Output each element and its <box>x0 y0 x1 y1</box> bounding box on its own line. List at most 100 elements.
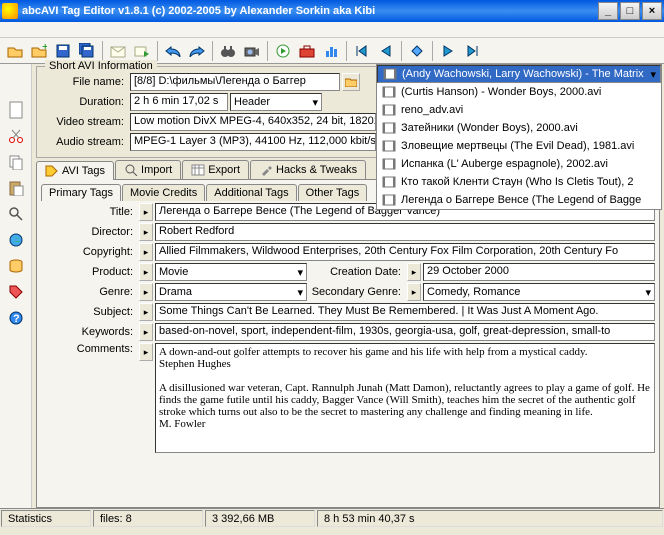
separator <box>401 41 402 61</box>
separator <box>432 41 433 61</box>
director-label: Director: <box>41 226 137 238</box>
film-icon <box>381 139 397 153</box>
subject-field[interactable]: Some Things Can't Be Learned. They Must … <box>155 303 655 321</box>
comments-field[interactable] <box>155 343 655 453</box>
dropdown-item[interactable]: Легенда о Баггере Венсе (The Legend of B… <box>377 191 661 209</box>
file-dropdown[interactable]: (Andy Wachowski, Larry Wachowski) - The … <box>376 64 662 210</box>
next-icon[interactable] <box>437 40 459 62</box>
camera-icon[interactable] <box>241 40 263 62</box>
maximize-button[interactable]: □ <box>620 2 640 20</box>
dropdown-item[interactable]: Испанка (L' Auberge espagnole), 2002.avi <box>377 155 661 173</box>
close-button[interactable]: × <box>642 2 662 20</box>
status-size: 3 392,66 MB <box>205 510 315 527</box>
keywords-label: Keywords: <box>41 326 137 338</box>
tag-red-icon[interactable] <box>4 280 28 304</box>
globe-icon[interactable] <box>4 228 28 252</box>
sgenre-select[interactable]: Comedy, Romance <box>423 283 655 301</box>
tab-hacks[interactable]: Hacks & Tweaks <box>250 160 366 179</box>
cdate-arrow[interactable]: ▸ <box>407 263 421 281</box>
paste-icon[interactable] <box>4 176 28 200</box>
filename-field[interactable]: [8/8] D:\фильмы\Легенда о Баггер <box>130 73 340 91</box>
header-select[interactable]: Header <box>230 93 322 111</box>
prev-icon[interactable] <box>375 40 397 62</box>
db-icon[interactable] <box>4 254 28 278</box>
dropdown-item[interactable]: reno_adv.avi <box>377 101 661 119</box>
help-icon[interactable]: ? <box>4 306 28 330</box>
save-icon[interactable] <box>52 40 74 62</box>
menubar <box>0 22 664 38</box>
dropdown-item[interactable]: (Andy Wachowski, Larry Wachowski) - The … <box>377 65 661 83</box>
video-field: Low motion DivX MPEG-4, 640x352, 24 bit,… <box>130 113 376 131</box>
product-select[interactable]: Movie <box>155 263 307 281</box>
subtab-credits[interactable]: Movie Credits <box>122 184 205 201</box>
film-icon <box>381 157 397 171</box>
titlebar: abcAVI Tag Editor v1.8.1 (c) 2002-2005 b… <box>0 0 664 22</box>
toolbox-icon[interactable] <box>296 40 318 62</box>
separator <box>212 41 213 61</box>
cdate-label: Creation Date: <box>309 266 405 278</box>
title-label: Title: <box>41 206 137 218</box>
browse-button[interactable] <box>342 73 360 91</box>
subtab-other[interactable]: Other Tags <box>298 184 368 201</box>
open-icon[interactable] <box>4 40 26 62</box>
film-icon <box>382 67 398 81</box>
dropdown-item[interactable]: Зловещие мертвецы (The Evil Dead), 1981.… <box>377 137 661 155</box>
dropdown-item[interactable]: Кто такой Кленти Стаун (Who Is Cletis To… <box>377 173 661 191</box>
video-label: Video stream: <box>43 116 128 128</box>
product-arrow[interactable]: ▸ <box>139 263 153 281</box>
cdate-field[interactable]: 29 October 2000 <box>423 263 655 281</box>
status-label: Statistics <box>1 510 91 527</box>
subject-label: Subject: <box>41 306 137 318</box>
stats-icon[interactable] <box>320 40 342 62</box>
add-folder-icon[interactable]: + <box>28 40 50 62</box>
first-icon[interactable] <box>351 40 373 62</box>
audio-field: MPEG-1 Layer 3 (MP3), 44100 Hz, 112,000 … <box>130 133 376 151</box>
send-icon[interactable] <box>107 40 129 62</box>
blank-icon[interactable] <box>4 98 28 122</box>
dropdown-item[interactable]: Затейники (Wonder Boys), 2000.avi <box>377 119 661 137</box>
save-all-icon[interactable] <box>76 40 98 62</box>
keywords-field[interactable]: based-on-novel, sport, independent-film,… <box>155 323 655 341</box>
diamond-icon[interactable] <box>406 40 428 62</box>
comments-label: Comments: <box>41 343 137 355</box>
director-arrow[interactable]: ▸ <box>139 223 153 241</box>
subtab-additional[interactable]: Additional Tags <box>206 184 296 201</box>
subject-arrow[interactable]: ▸ <box>139 303 153 321</box>
film-icon <box>381 103 397 117</box>
audio-label: Audio stream: <box>43 136 128 148</box>
last-icon[interactable] <box>461 40 483 62</box>
undo-icon[interactable] <box>162 40 184 62</box>
title-arrow[interactable]: ▸ <box>139 203 153 221</box>
binoculars-icon[interactable] <box>217 40 239 62</box>
tab-import[interactable]: Import <box>115 160 181 179</box>
send-go-icon[interactable] <box>131 40 153 62</box>
tab-avi-tags[interactable]: AVI Tags <box>36 161 114 180</box>
find-icon[interactable] <box>4 202 28 226</box>
film-icon <box>381 121 397 135</box>
film-icon <box>381 193 397 207</box>
tab-body: Primary Tags Movie Credits Additional Ta… <box>36 180 660 508</box>
genre-arrow[interactable]: ▸ <box>139 283 153 301</box>
redo-icon[interactable] <box>186 40 208 62</box>
tab-export[interactable]: Export <box>182 160 249 179</box>
comments-arrow[interactable]: ▸ <box>139 343 153 361</box>
duration-label: Duration: <box>43 96 128 108</box>
keywords-arrow[interactable]: ▸ <box>139 323 153 341</box>
separator <box>102 41 103 61</box>
director-field[interactable]: Robert Redford <box>155 223 655 241</box>
genre-select[interactable]: Drama <box>155 283 307 301</box>
cut-icon[interactable] <box>4 124 28 148</box>
copy-icon[interactable] <box>4 150 28 174</box>
play-icon[interactable] <box>272 40 294 62</box>
status-duration: 8 h 53 min 40,37 s <box>317 510 663 527</box>
separator <box>157 41 158 61</box>
separator <box>346 41 347 61</box>
sgenre-arrow[interactable]: ▸ <box>407 283 421 301</box>
copyright-field[interactable]: Allied Filmmakers, Wildwood Enterprises,… <box>155 243 655 261</box>
dropdown-item[interactable]: (Curtis Hanson) - Wonder Boys, 2000.avi <box>377 83 661 101</box>
duration-field: 2 h 6 min 17,02 s <box>130 93 228 111</box>
subtab-primary[interactable]: Primary Tags <box>41 184 121 201</box>
minimize-button[interactable]: _ <box>598 2 618 20</box>
copyright-arrow[interactable]: ▸ <box>139 243 153 261</box>
svg-text:?: ? <box>13 313 20 325</box>
